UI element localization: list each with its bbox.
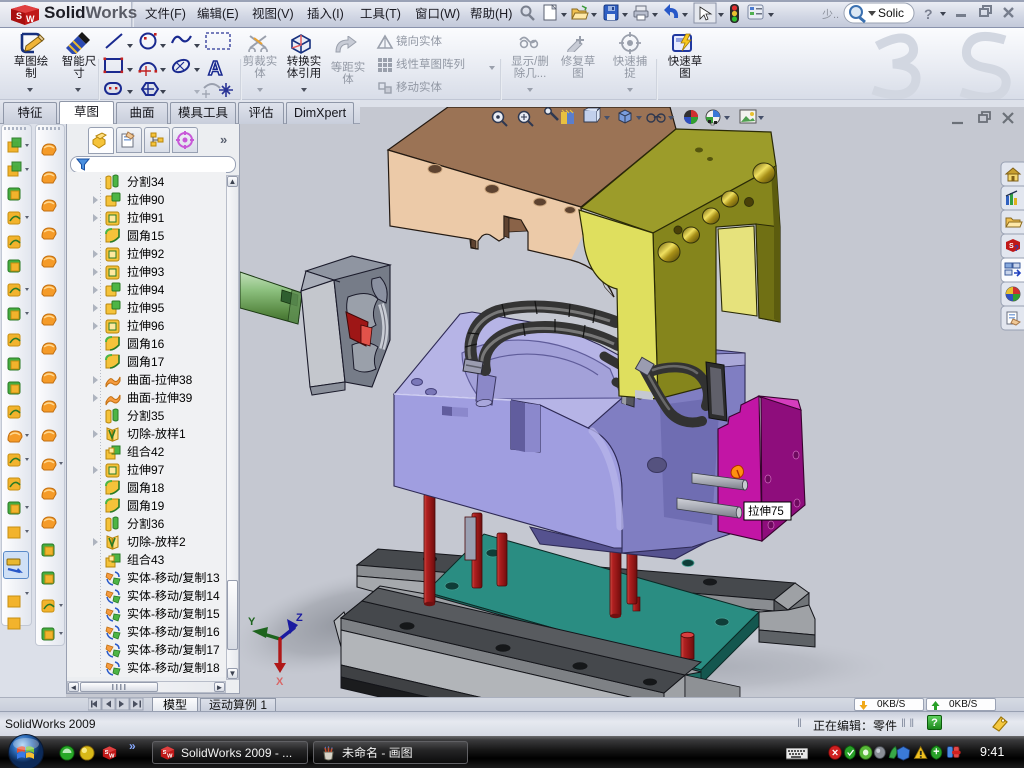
svg-text:S: S: [105, 750, 109, 756]
svg-text:Z: Z: [296, 612, 303, 624]
svg-text:W: W: [167, 753, 173, 759]
svg-text:Solic: Solic: [878, 6, 904, 20]
svg-text:Y: Y: [248, 616, 256, 628]
svg-text:?: ?: [924, 6, 933, 22]
svg-text:S: S: [16, 11, 22, 21]
svg-text:S: S: [163, 750, 167, 756]
svg-text:W: W: [26, 14, 35, 24]
svg-text:W: W: [109, 753, 115, 759]
svg-text:?: ?: [1014, 244, 1019, 253]
svg-text:拉伸75: 拉伸75: [748, 505, 784, 518]
svg-text:X: X: [276, 676, 284, 688]
svg-text:少..: 少..: [822, 8, 839, 21]
svg-text:A: A: [208, 58, 222, 80]
